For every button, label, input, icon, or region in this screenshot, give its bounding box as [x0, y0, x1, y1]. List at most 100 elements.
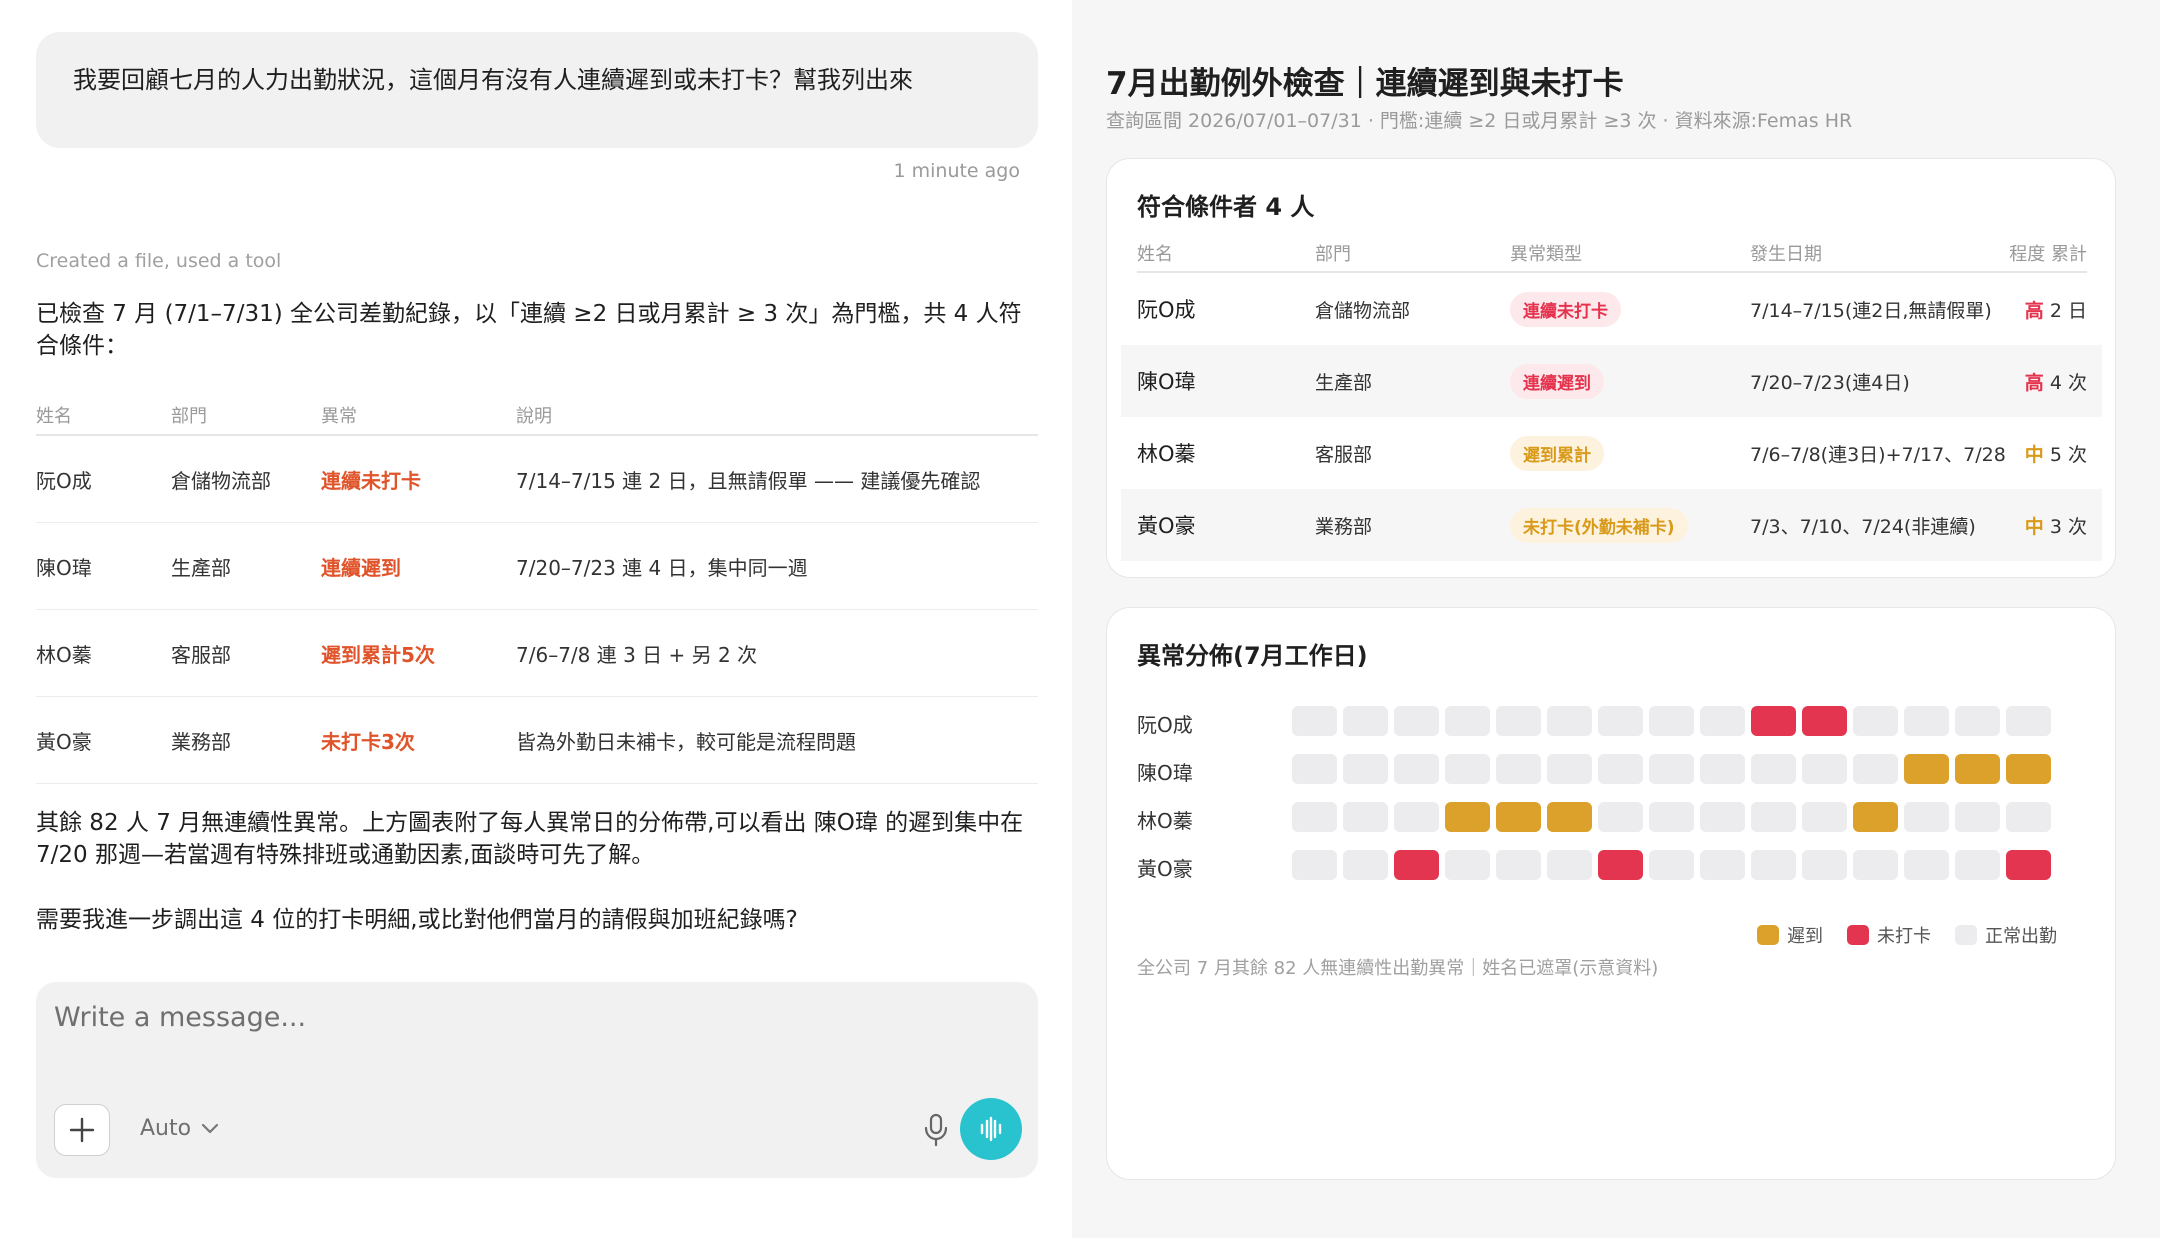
day-cell-normal [1496, 706, 1541, 736]
result-table: 姓名 部門 異常 說明 阮O成 倉儲物流部 連續未打卡 7/14–7/15 連 … [36, 396, 1038, 784]
day-cell-normal [1343, 706, 1388, 736]
matches-body: 阮O成 倉儲物流部 連續未打卡 7/14–7/15(連2日,無請假單) 高 2 … [1121, 273, 2102, 561]
type-badge: 遲到累計 [1510, 435, 1604, 471]
legend-late: 遲到 [1757, 922, 1823, 948]
day-cell-late [1904, 754, 1949, 784]
day-cell-normal [2006, 706, 2051, 736]
day-cell-normal [1802, 754, 1847, 784]
legend-label-late: 遲到 [1787, 926, 1823, 947]
matches-title: 符合條件者 4 人 [1137, 193, 1315, 221]
day-cell-missed [1751, 706, 1796, 736]
add-attachment-button[interactable] [54, 1104, 110, 1156]
day-cell-normal [1955, 802, 2000, 832]
row-desc: 皆為外勤日未補卡，較可能是流程問題 [516, 729, 856, 754]
table-row: 阮O成 倉儲物流部 連續未打卡 7/14–7/15(連2日,無請假單) 高 2 … [1121, 273, 2102, 345]
severity-count: 4 次 [2049, 371, 2087, 394]
microphone-button[interactable] [914, 1108, 958, 1152]
header-name: 姓名 [36, 406, 72, 427]
day-cell-normal [1598, 754, 1643, 784]
day-cell-missed [2006, 850, 2051, 880]
model-selector[interactable]: Auto [140, 1116, 219, 1141]
message-input[interactable]: Write a message... [54, 1002, 306, 1033]
assistant-intro: 已檢查 7 月 (7/1–7/31) 全公司差勤紀錄，以「連續 ≥2 日或月累計… [36, 301, 1022, 360]
day-cell-normal [1853, 754, 1898, 784]
day-cell-missed [1802, 706, 1847, 736]
day-cell-normal [1547, 706, 1592, 736]
header-degree: 程度 累計 [2009, 244, 2087, 265]
day-cell-normal [1904, 802, 1949, 832]
table-row: 黃O豪 業務部 未打卡3次 皆為外勤日未補卡，較可能是流程問題 [36, 697, 1038, 784]
chat-pane: 我要回顧七月的人力出勤狀況，這個月有沒有人連續遲到或未打卡？幫我列出來 1 mi… [0, 0, 1072, 1238]
grid-row-label: 黃O豪 [1137, 857, 1193, 881]
row-name: 阮O成 [1137, 298, 1196, 322]
day-cell-normal [1700, 706, 1745, 736]
legend-missed: 未打卡 [1847, 922, 1931, 948]
severity-count: 2 日 [2049, 299, 2087, 322]
table-row: 黃O豪 業務部 未打卡(外勤未補卡) 7/3、7/10、7/24(非連續) 中 … [1121, 489, 2102, 561]
day-cell-normal [1700, 802, 1745, 832]
day-cell-normal [1292, 802, 1337, 832]
day-cell-normal [1343, 754, 1388, 784]
day-cell-late [1853, 802, 1898, 832]
chevron-down-icon [201, 1123, 219, 1133]
grid-row [1292, 850, 2051, 880]
day-cell-normal [1700, 754, 1745, 784]
grid-row [1292, 802, 2051, 832]
row-dept: 客服部 [1315, 443, 1373, 466]
row-desc: 7/14–7/15 連 2 日，且無請假單 —— 建議優先確認 [516, 468, 981, 493]
day-cell-late [1955, 754, 2000, 784]
day-cell-normal [1547, 850, 1592, 880]
voice-mode-button[interactable] [960, 1098, 1022, 1160]
type-badge: 連續遲到 [1510, 363, 1604, 399]
day-cell-normal [1496, 850, 1541, 880]
row-name: 黃O豪 [36, 729, 92, 754]
type-badge: 連續未打卡 [1510, 291, 1621, 327]
model-label: Auto [140, 1116, 192, 1141]
tool-usage-note[interactable]: Created a file, used a tool [36, 250, 281, 272]
grid-row [1292, 706, 2051, 736]
plus-icon [69, 1117, 95, 1143]
row-dept: 倉儲物流部 [171, 468, 271, 493]
header-dept: 部門 [171, 406, 207, 427]
row-desc: 7/20–7/23 連 4 日，集中同一週 [516, 555, 808, 580]
message-composer: Write a message... Auto [36, 982, 1038, 1178]
day-cell-missed [1394, 850, 1439, 880]
day-cell-normal [1445, 706, 1490, 736]
day-cell-normal [1445, 850, 1490, 880]
day-cell-normal [1292, 850, 1337, 880]
day-cell-normal [1649, 706, 1694, 736]
severity-level: 中 [2024, 443, 2044, 466]
row-dept: 生產部 [1315, 371, 1373, 394]
distribution-title: 異常分佈(7月工作日) [1137, 642, 1368, 670]
distribution-note: 全公司 7 月其餘 82 人無連續性出勤異常｜姓名已遮罩(示意資料) [1137, 958, 1659, 979]
row-type: 連續遲到 [321, 555, 401, 580]
table-row: 陳O瑋 生產部 連續遲到 7/20–7/23(連4日) 高 4 次 [1121, 345, 2102, 417]
day-cell-normal [1343, 850, 1388, 880]
type-badge: 未打卡(外勤未補卡) [1510, 507, 1688, 543]
row-date: 7/3、7/10、7/24(非連續) [1750, 515, 1976, 538]
grid-row-label: 林O蓁 [1137, 809, 1193, 833]
artifact-pane: 7月出勤例外檢查｜連續遲到與未打卡 查詢區間 2026/07/01–07/31 … [1072, 0, 2160, 1238]
day-cell-normal [1649, 754, 1694, 784]
severity-level: 中 [2024, 515, 2044, 538]
day-cell-normal [1751, 802, 1796, 832]
day-cell-late [2006, 754, 2051, 784]
day-cell-normal [1853, 850, 1898, 880]
day-cell-normal [1649, 850, 1694, 880]
header-dept: 部門 [1315, 244, 1351, 265]
row-dept: 業務部 [171, 729, 231, 754]
header-name: 姓名 [1137, 244, 1173, 265]
table-row: 陳O瑋 生產部 連續遲到 7/20–7/23 連 4 日，集中同一週 [36, 523, 1038, 610]
assistant-summary: 其餘 82 人 7 月無連續性異常。上方圖表附了每人異常日的分佈帶,可以看出 陳… [36, 810, 1024, 869]
day-cell-normal [1394, 706, 1439, 736]
artifact-subtitle: 查詢區間 2026/07/01–07/31 · 門檻:連續 ≥2 日或月累計 ≥… [1106, 110, 1853, 132]
day-cell-normal [1802, 850, 1847, 880]
day-cell-normal [2006, 802, 2051, 832]
row-name: 陳O瑋 [1137, 370, 1196, 394]
message-timestamp: 1 minute ago [893, 160, 1020, 182]
row-date: 7/20–7/23(連4日) [1750, 371, 1910, 394]
day-cell-late [1547, 802, 1592, 832]
legend-swatch-late [1757, 925, 1779, 945]
row-dept: 業務部 [1315, 515, 1373, 538]
legend-label-normal: 正常出勤 [1985, 926, 2057, 947]
